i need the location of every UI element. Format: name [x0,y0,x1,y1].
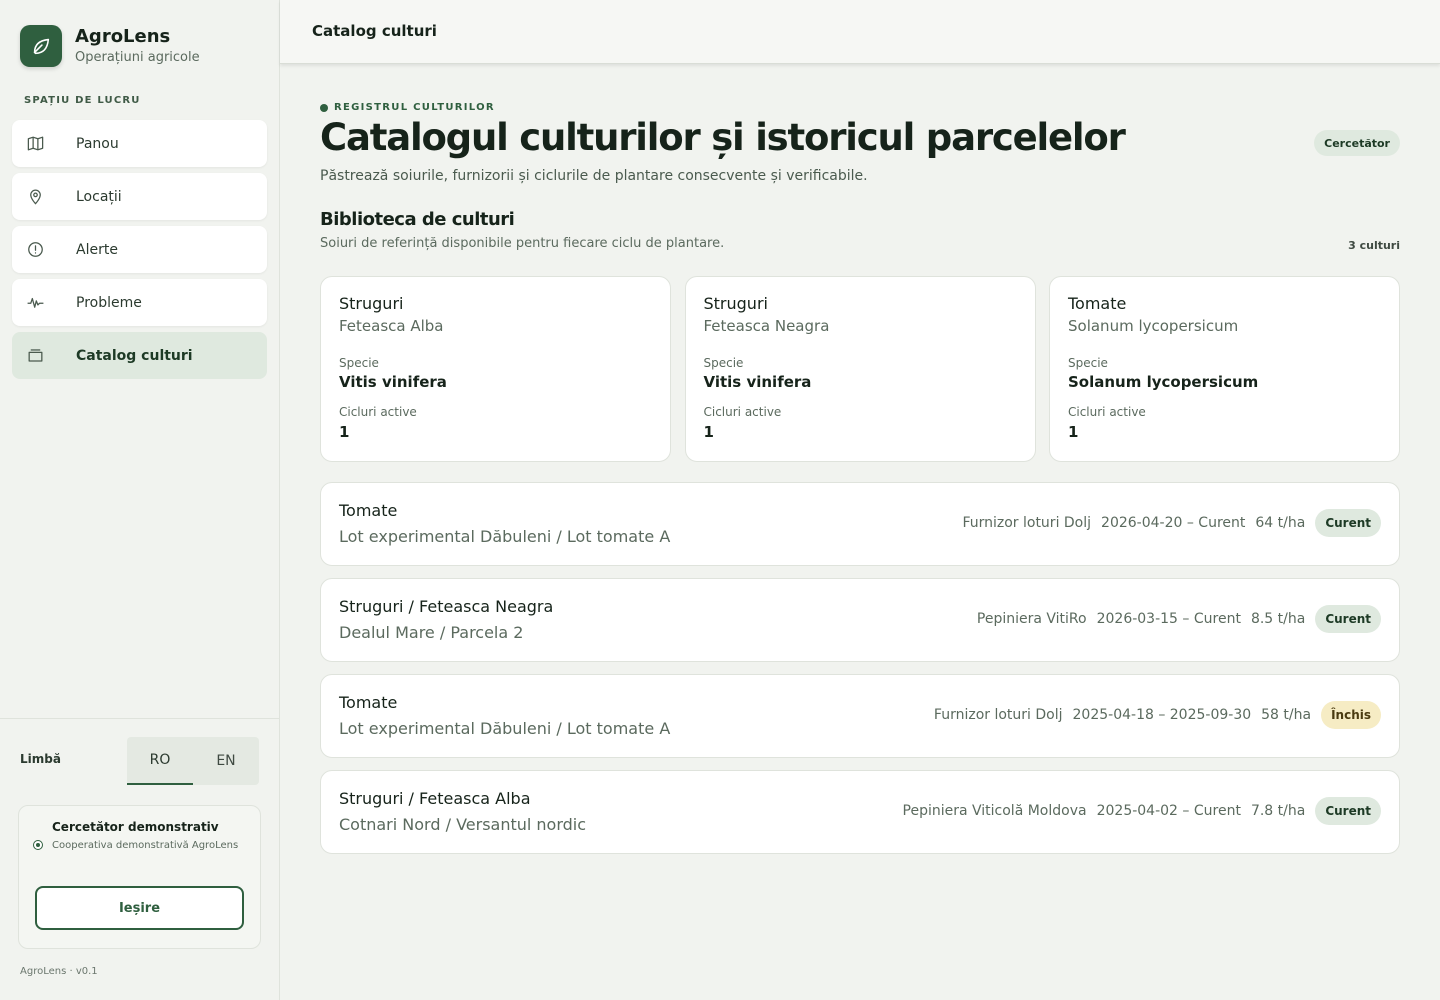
brand-name: AgroLens [75,25,171,47]
sidebar-item-alerte[interactable]: Alerte [12,226,267,273]
crop-variety: Feteasca Alba [339,317,444,335]
cycle-title: Struguri / Feteasca Neagra [339,597,554,616]
activity-icon [23,291,47,315]
crop-species: Vitis vinifera [339,373,447,391]
crop-name: Tomate [1068,294,1127,313]
cycle-title: Struguri / Feteasca Alba [339,789,531,808]
sidebar-nav: Panou Locații Alerte Probleme Catalog cu… [12,120,267,385]
crop-card[interactable]: Tomate Solanum lycopersicum Specie Solan… [1049,276,1400,462]
cycle-row[interactable]: Tomate Lot experimental Dăbuleni / Lot t… [320,674,1400,758]
cycle-list: Tomate Lot experimental Dăbuleni / Lot t… [320,482,1400,866]
sidebar-item-catalog-culturi[interactable]: Catalog culturi [12,332,267,379]
cycle-location: Dealul Mare / Parcela 2 [339,623,524,642]
workspace-section-label: SPAȚIU DE LUCRU [24,95,141,106]
active-cycles-label: Cicluri active [339,405,417,419]
sidebar-item-label: Alerte [76,241,118,258]
brand-subtitle: Operațiuni agricole [75,49,200,65]
sidebar-item-label: Panou [76,135,119,152]
crop-name: Struguri [703,294,768,313]
cycle-location: Lot experimental Dăbuleni / Lot tomate A [339,527,671,546]
status-badge: Închis [1321,701,1381,729]
crop-active-cycles: 1 [1068,423,1079,441]
sidebar-item-label: Catalog culturi [76,347,193,364]
cycle-yield: 8.5 t/ha [1250,611,1306,627]
sidebar-item-panou[interactable]: Panou [12,120,267,167]
cycle-yield: 64 t/ha [1255,515,1306,531]
crop-variety: Feteasca Neagra [703,317,830,335]
page-subtitle: Păstrează soiurile, furnizorii și ciclur… [320,168,868,184]
eyebrow-text: REGISTRUL CULTURILOR [334,102,495,113]
cycle-location: Lot experimental Dăbuleni / Lot tomate A [339,719,671,738]
crop-name: Struguri [339,294,404,313]
role-badge: Cercetător [1314,130,1400,156]
language-option-en[interactable]: EN [193,737,259,785]
cycle-title: Tomate [339,693,398,712]
logout-button[interactable]: Ieșire [35,886,244,930]
cycle-period: 2026-04-20 – Curent [1101,515,1246,531]
alert-circle-icon [23,238,47,262]
cycle-location: Cotnari Nord / Versantul nordic [339,815,587,834]
library-count: 3 culturi [1348,239,1400,252]
sidebar-item-label: Probleme [76,294,142,311]
cycle-meta: Furnizor loturi Dolj 2025-04-18 – 2025-0… [934,701,1381,729]
species-label: Specie [1068,356,1108,370]
cycle-title: Tomate [339,501,398,520]
crop-active-cycles: 1 [339,423,350,441]
cycle-supplier: Pepiniera VitiRo [976,611,1087,627]
cycle-period: 2026-03-15 – Curent [1096,611,1241,627]
topbar: Catalog culturi [280,0,1440,64]
crop-card[interactable]: Struguri Feteasca Neagra Specie Vitis vi… [684,276,1036,462]
language-label: Limbă [20,752,61,766]
crop-variety: Solanum lycopersicum [1068,317,1239,335]
cycle-row[interactable]: Struguri / Feteasca Alba Cotnari Nord / … [320,770,1400,854]
cycle-row[interactable]: Tomate Lot experimental Dăbuleni / Lot t… [320,482,1400,566]
language-switch: RO EN [127,737,259,785]
species-label: Specie [703,356,744,370]
user-organization: Cooperativa demonstrativă AgroLens [52,840,239,851]
crop-species: Vitis vinifera [703,373,812,391]
app-version: AgroLens · v0.1 [20,966,98,977]
user-name: Cercetător demonstrativ [52,820,219,834]
cycle-meta: Pepiniera VitiRo 2026-03-15 – Curent 8.5… [977,605,1381,633]
status-badge: Curent [1315,509,1381,537]
archive-box-icon [23,344,47,368]
crop-species: Solanum lycopersicum [1068,373,1259,391]
sidebar-item-locatii[interactable]: Locații [12,173,267,220]
cycle-supplier: Furnizor loturi Dolj [962,515,1092,531]
cycle-period: 2025-04-18 – 2025-09-30 [1072,707,1252,723]
cycle-supplier: Furnizor loturi Dolj [933,707,1063,723]
sidebar-item-label: Locații [76,188,122,205]
status-badge: Curent [1315,797,1381,825]
language-option-ro[interactable]: RO [127,737,193,785]
user-card: Cercetător demonstrativ Cooperativa demo… [18,805,261,949]
cycle-meta: Furnizor loturi Dolj 2026-04-20 – Curent… [962,509,1381,537]
active-cycles-label: Cicluri active [1068,405,1146,419]
page-title: Catalogul culturilor și istoricul parcel… [320,116,1126,159]
crop-card[interactable]: Struguri Feteasca Alba Specie Vitis vini… [320,276,671,462]
cycle-yield: 58 t/ha [1261,707,1312,723]
location-pin-icon [23,185,47,209]
library-title: Biblioteca de culturi [320,209,515,230]
brand[interactable]: AgroLens Operațiuni agricole [20,25,200,67]
leaf-logo-icon [20,25,62,67]
active-cycles-label: Cicluri active [703,405,782,419]
cycle-meta: Pepiniera Viticolă Moldova 2025-04-02 – … [903,797,1381,825]
sidebar-divider [0,718,279,719]
user-status-dot [33,840,43,850]
cycle-supplier: Pepiniera Viticolă Moldova [902,803,1087,819]
topbar-title: Catalog culturi [312,22,437,40]
eyebrow: REGISTRUL CULTURILOR [320,102,495,113]
library-subtitle: Soiuri de referință disponibile pentru f… [320,236,725,251]
map-icon [23,132,47,156]
status-badge: Curent [1315,605,1381,633]
crop-grid: Struguri Feteasca Alba Specie Vitis vini… [320,276,1400,462]
sidebar-item-probleme[interactable]: Probleme [12,279,267,326]
species-label: Specie [339,356,379,370]
cycle-row[interactable]: Struguri / Feteasca Neagra Dealul Mare /… [320,578,1400,662]
sidebar: AgroLens Operațiuni agricole SPAȚIU DE L… [0,0,280,1000]
crop-active-cycles: 1 [703,423,714,441]
cycle-yield: 7.8 t/ha [1250,803,1306,819]
cycle-period: 2025-04-02 – Curent [1096,803,1241,819]
eyebrow-dot [320,103,328,112]
